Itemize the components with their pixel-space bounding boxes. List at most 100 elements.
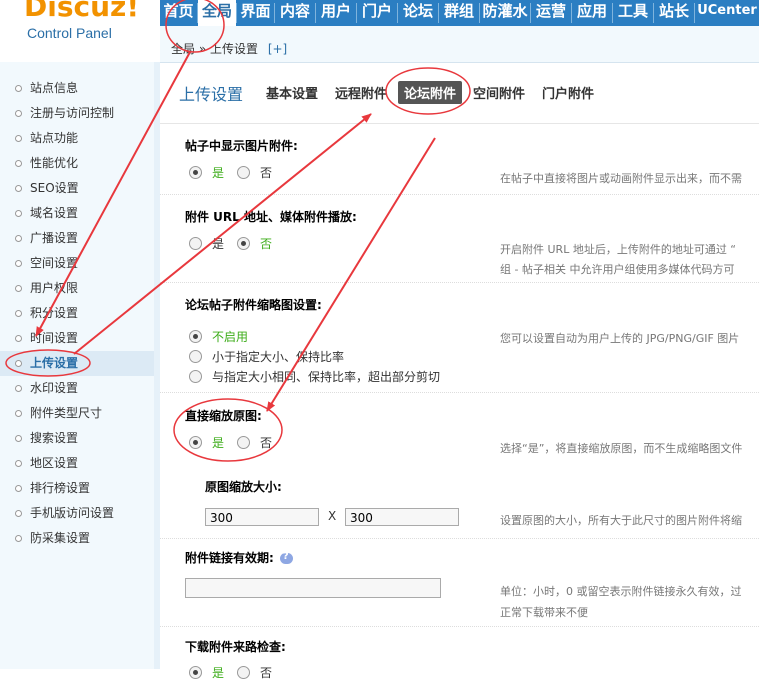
radio-yes[interactable]: 是 — [189, 165, 224, 181]
bullet-icon — [15, 385, 22, 392]
sidebar-item-broadcast[interactable]: 广播设置 — [0, 226, 154, 251]
sidebar-item-upload[interactable]: 上传设置 — [0, 351, 154, 376]
nav-apps[interactable]: 应用 — [572, 0, 612, 26]
radio-label: 否 — [260, 666, 273, 680]
setting-thumbnail: 论坛帖子附件缩略图设置: 不启用 小于指定大小、保持比率 与指定大小相同、保持比… — [160, 282, 759, 393]
radio-unchecked-icon — [189, 350, 202, 363]
setting-title: 直接缩放原图: — [185, 409, 262, 423]
bullet-icon — [15, 85, 22, 92]
sidebar-item-label: 地区设置 — [30, 456, 79, 470]
radio-checked-icon — [189, 666, 202, 679]
nav-global[interactable]: 全局 — [198, 0, 236, 26]
tab-forum-attachment[interactable]: 论坛附件 — [398, 81, 463, 104]
help-icon[interactable] — [279, 551, 293, 564]
sidebar-item-label: 附件类型尺寸 — [30, 406, 103, 420]
sidebar-item-anti-scrape[interactable]: 防采集设置 — [0, 526, 154, 551]
sidebar-item-seo[interactable]: SEO设置 — [0, 176, 154, 201]
bullet-icon — [15, 135, 22, 142]
bullet-icon — [15, 510, 22, 517]
setting-attachment-url: 附件 URL 地址、媒体附件播放: 是 否 开启附件 URL 地址后，上传附件的… — [160, 194, 759, 283]
sidebar-item-ranking[interactable]: 排行榜设置 — [0, 476, 154, 501]
tab-portal-attachment[interactable]: 门户附件 — [542, 83, 594, 102]
radio-no[interactable]: 否 — [237, 236, 272, 252]
setting-title: 附件链接有效期: — [185, 549, 293, 566]
tab-basic[interactable]: 基本设置 — [266, 83, 318, 102]
nav-portal[interactable]: 门户 — [357, 0, 397, 26]
nav-content[interactable]: 内容 — [275, 0, 315, 26]
radio-label: 是 — [212, 666, 225, 680]
radio-label: 否 — [260, 166, 273, 180]
tab-space-attachment[interactable]: 空间附件 — [473, 83, 525, 102]
tab-remote-attachment[interactable]: 远程附件 — [335, 83, 387, 102]
sidebar-item-label: 域名设置 — [30, 206, 79, 220]
nav-anti-spam[interactable]: 防灌水 — [480, 0, 530, 26]
bullet-icon — [15, 485, 22, 492]
link-expiry-input[interactable] — [185, 578, 441, 598]
nav-groups[interactable]: 群组 — [439, 0, 479, 26]
radio-yes[interactable]: 是 — [189, 236, 224, 252]
radio-unchecked-icon — [237, 166, 250, 179]
sidebar-item-label: 积分设置 — [30, 306, 79, 320]
sidebar-item-features[interactable]: 站点功能 — [0, 126, 154, 151]
setting-tip: 组 - 帖子相关 中允许用户组使用多媒体代码方可 — [500, 263, 735, 276]
radio-label: 与指定大小相同、保持比率，超出部分剪切 — [212, 370, 441, 384]
radio-label: 否 — [260, 436, 273, 450]
sidebar-item-label: 上传设置 — [30, 356, 79, 370]
radio-checked-icon — [237, 237, 250, 250]
page-title: 上传设置 — [179, 85, 244, 104]
add-shortcut-button[interactable]: [+] — [268, 42, 287, 56]
radio-smaller-keep-ratio[interactable]: 小于指定大小、保持比率 — [189, 349, 344, 365]
nav-ucenter[interactable]: UCenter — [695, 0, 759, 26]
sidebar-item-time[interactable]: 时间设置 — [0, 326, 154, 351]
setting-title: 帖子中显示图片附件: — [185, 139, 298, 153]
size-separator: X — [328, 509, 337, 523]
sidebar-item-label: 空间设置 — [30, 256, 79, 270]
radio-no[interactable]: 否 — [237, 665, 272, 681]
sidebar-item-mobile[interactable]: 手机版访问设置 — [0, 501, 154, 526]
nav-tools[interactable]: 工具 — [613, 0, 653, 26]
logo[interactable]: Discuz! Control Panel — [0, 0, 158, 62]
breadcrumb-bar: 全局 » 上传设置 [+] — [160, 26, 759, 63]
nav-home[interactable]: 首页 — [160, 0, 197, 26]
sidebar-item-performance[interactable]: 性能优化 — [0, 151, 154, 176]
sidebar-item-space[interactable]: 空间设置 — [0, 251, 154, 276]
radio-yes[interactable]: 是 — [189, 435, 224, 451]
sidebar-item-attachment-types[interactable]: 附件类型尺寸 — [0, 401, 154, 426]
radio-no[interactable]: 否 — [237, 165, 272, 181]
nav-webmaster[interactable]: 站长 — [654, 0, 694, 26]
radio-same-crop[interactable]: 与指定大小相同、保持比率，超出部分剪切 — [189, 369, 440, 385]
width-input[interactable]: 300 — [205, 508, 319, 526]
radio-no[interactable]: 否 — [237, 435, 272, 451]
radio-label: 否 — [260, 237, 273, 251]
sidebar-item-region[interactable]: 地区设置 — [0, 451, 154, 476]
sidebar-item-label: 注册与访问控制 — [30, 106, 115, 120]
breadcrumb: 全局 » 上传设置 [+] — [171, 40, 287, 57]
radio-checked-icon — [189, 166, 202, 179]
nav-operation[interactable]: 运营 — [531, 0, 571, 26]
sidebar-item-site-info[interactable]: 站点信息 — [0, 76, 154, 101]
nav-forum[interactable]: 论坛 — [398, 0, 438, 26]
sidebar-item-credits[interactable]: 积分设置 — [0, 301, 154, 326]
nav-users[interactable]: 用户 — [316, 0, 356, 26]
bullet-icon — [15, 235, 22, 242]
sidebar-item-user-permissions[interactable]: 用户权限 — [0, 276, 154, 301]
radio-disabled[interactable]: 不启用 — [189, 329, 248, 345]
setting-tip: 设置原图的大小，所有大于此尺寸的图片附件将缩 — [500, 514, 742, 527]
radio-unchecked-icon — [189, 237, 202, 250]
radio-yes[interactable]: 是 — [189, 665, 224, 681]
sidebar-item-search[interactable]: 搜索设置 — [0, 426, 154, 451]
radio-label: 不启用 — [212, 330, 249, 344]
setting-scale-original: 直接缩放原图: 是 否 选择“是”，将直接缩放原图，而不生成缩略图文件 — [160, 392, 759, 464]
sidebar-item-label: 防采集设置 — [30, 531, 91, 545]
sidebar-item-watermark[interactable]: 水印设置 — [0, 376, 154, 401]
bullet-icon — [15, 260, 22, 267]
height-input[interactable]: 300 — [345, 508, 459, 526]
setting-title-text: 附件链接有效期: — [185, 551, 274, 565]
sidebar-item-domain[interactable]: 域名设置 — [0, 201, 154, 226]
radio-unchecked-icon — [237, 666, 250, 679]
nav-interface[interactable]: 界面 — [237, 0, 274, 26]
sidebar-item-registration[interactable]: 注册与访问控制 — [0, 101, 154, 126]
bullet-icon — [15, 460, 22, 467]
radio-label: 小于指定大小、保持比率 — [212, 350, 345, 364]
setting-tip: 您可以设置自动为用户上传的 JPG/PNG/GIF 图片 — [500, 332, 740, 345]
